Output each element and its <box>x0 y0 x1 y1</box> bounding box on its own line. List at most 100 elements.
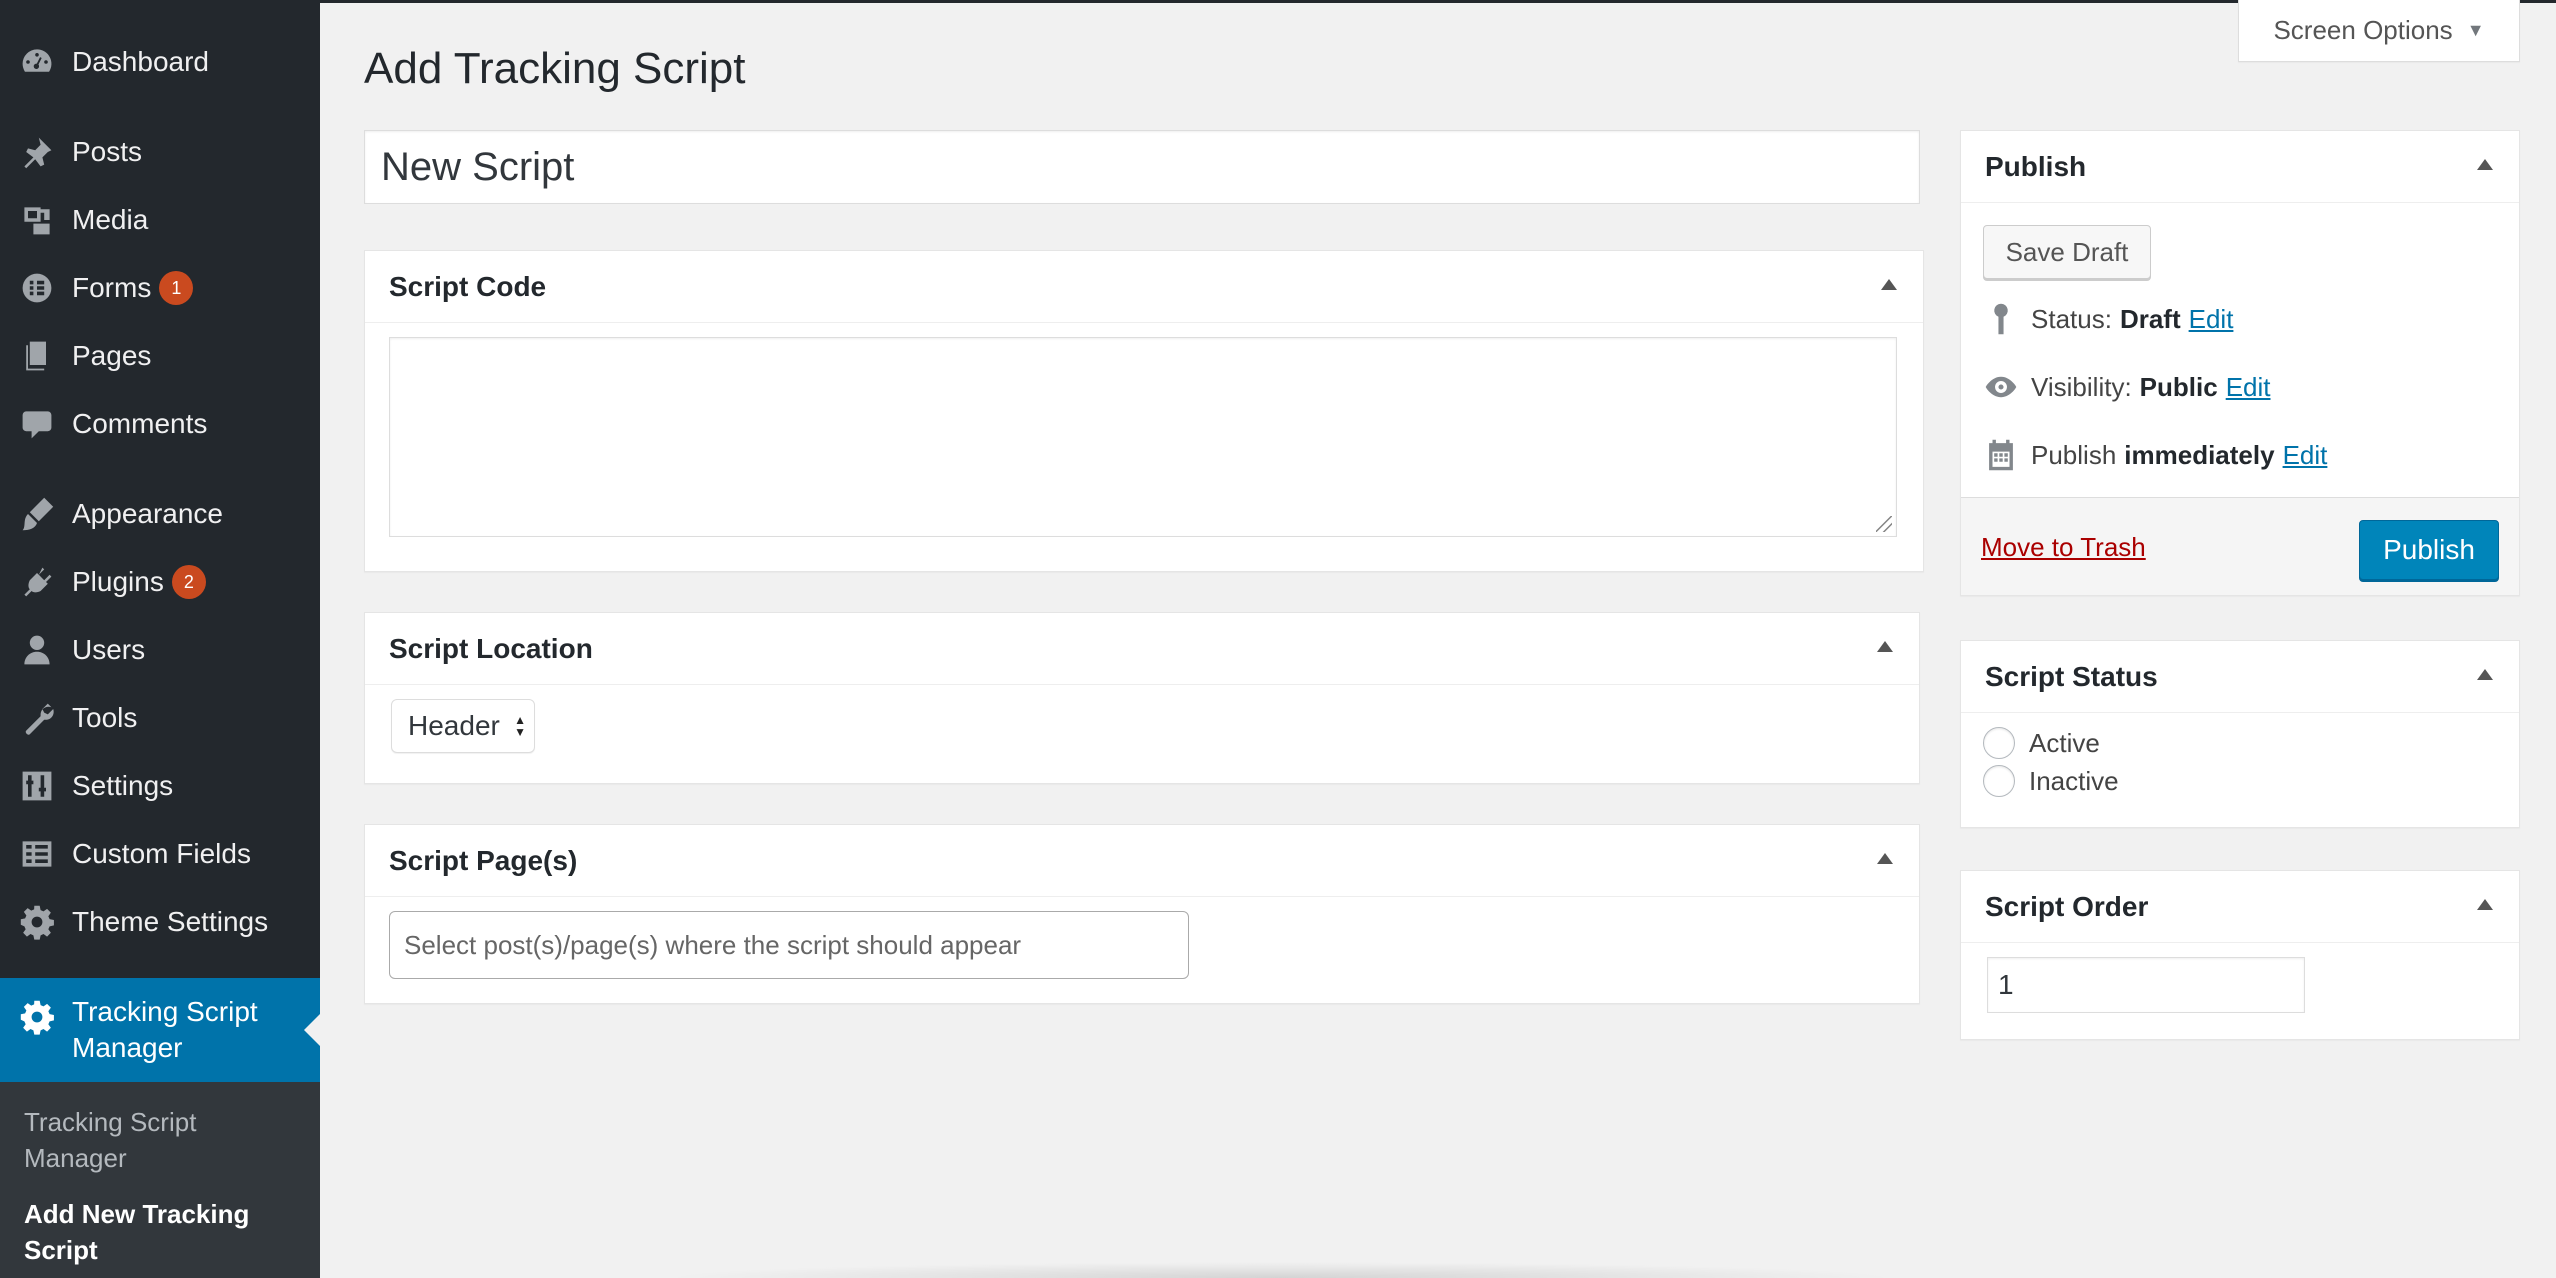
script-pages-box: Script Page(s) Select post(s)/page(s) wh… <box>364 824 1920 1004</box>
sidebar-item-comments[interactable]: Comments <box>0 396 320 452</box>
calendar-icon <box>1981 435 2021 475</box>
pages-icon <box>16 335 58 377</box>
table-icon <box>16 833 58 875</box>
script-location-select[interactable]: Header ▲ ▼ <box>391 699 535 753</box>
media-icon <box>16 199 58 241</box>
current-menu-arrow <box>304 1014 320 1046</box>
publish-value: immediately <box>2124 439 2275 470</box>
script-order-value: 1 <box>1998 969 2014 1000</box>
caret-down-icon: ▼ <box>2466 20 2485 40</box>
sidebar-item-users[interactable]: Users <box>0 622 320 678</box>
script-location-header[interactable]: Script Location <box>365 613 1919 685</box>
script-order-header[interactable]: Script Order <box>1961 871 2519 943</box>
plugins-count-badge: 2 <box>171 565 206 599</box>
script-location-value: Header <box>408 710 500 741</box>
status-label: Status: <box>2031 303 2112 334</box>
script-status-box: Script Status Active Inactive <box>1960 640 2520 828</box>
sidebar-item-theme-settings[interactable]: Theme Settings <box>0 894 320 950</box>
gear-icon <box>16 901 58 943</box>
script-pages-header[interactable]: Script Page(s) <box>365 825 1919 897</box>
sidebar-item-label: Users <box>72 634 146 665</box>
admin-sidebar: Dashboard Posts Media Forms 1 Pages Comm… <box>0 0 320 1278</box>
dashboard-icon <box>16 41 58 83</box>
status-option-active[interactable]: Active <box>1983 725 2100 761</box>
eye-icon <box>1981 367 2021 407</box>
screen-options-button[interactable]: Screen Options ▼ <box>2238 0 2520 62</box>
inactive-radio[interactable] <box>1983 765 2015 797</box>
sidebar-item-plugins[interactable]: Plugins 2 <box>0 554 320 610</box>
sidebar-item-tracking-script-manager[interactable]: Tracking Script Manager <box>0 978 320 1082</box>
bottom-shadow <box>660 1262 1900 1278</box>
script-order-heading: Script Order <box>1985 890 2149 922</box>
sidebar-item-pages[interactable]: Pages <box>0 328 320 384</box>
sidebar-item-label: Tracking Script Manager <box>72 996 258 1063</box>
visibility-label: Visibility: <box>2031 371 2132 402</box>
collapse-arrow-icon[interactable] <box>2477 899 2493 910</box>
script-order-box: Script Order 1 <box>1960 870 2520 1040</box>
sidebar-item-appearance[interactable]: Appearance <box>0 486 320 542</box>
page-title: Add Tracking Script <box>364 44 746 93</box>
resize-handle-icon[interactable] <box>1876 516 1892 532</box>
status-value: Draft <box>2119 303 2181 334</box>
script-code-header[interactable]: Script Code <box>365 251 1923 323</box>
pin-icon <box>1981 299 2021 339</box>
collapse-arrow-icon[interactable] <box>2477 159 2493 170</box>
publish-button-label: Publish <box>2383 534 2475 565</box>
screen-options-label: Screen Options <box>2273 15 2453 45</box>
script-order-input[interactable]: 1 <box>1987 957 2305 1013</box>
publish-heading: Publish <box>1985 150 2087 182</box>
script-status-header[interactable]: Script Status <box>1961 641 2519 713</box>
active-label: Active <box>2029 727 2100 758</box>
collapse-arrow-icon[interactable] <box>1877 641 1893 652</box>
sidebar-item-label: Tools <box>72 702 138 733</box>
post-title-input[interactable] <box>364 130 1920 204</box>
submenu-item-tracking-script-manager[interactable]: Tracking Script Manager <box>24 1104 304 1176</box>
publish-button[interactable]: Publish <box>2359 520 2499 580</box>
edit-visibility-link[interactable]: Edit <box>2226 372 2271 403</box>
edit-status-link[interactable]: Edit <box>2189 304 2234 335</box>
sidebar-item-label: Plugins <box>72 566 164 597</box>
script-pages-select[interactable]: Select post(s)/page(s) where the script … <box>389 911 1189 979</box>
sidebar-item-label: Forms <box>72 272 152 303</box>
script-pages-placeholder: Select post(s)/page(s) where the script … <box>404 929 1022 960</box>
sidebar-item-label: Theme Settings <box>72 906 269 937</box>
sidebar-item-label: Comments <box>72 408 208 439</box>
collapse-arrow-icon[interactable] <box>1881 279 1897 290</box>
inactive-label: Inactive <box>2029 765 2119 796</box>
submenu-item-add-new-tracking-script[interactable]: Add New Tracking Script <box>24 1196 304 1268</box>
visibility-value: Public <box>2139 371 2218 402</box>
sidebar-item-label: Posts <box>72 136 143 167</box>
script-code-box: Script Code <box>364 250 1924 572</box>
move-to-trash-link[interactable]: Move to Trash <box>1981 532 2146 563</box>
pin-icon <box>16 131 58 173</box>
sidebar-item-custom-fields[interactable]: Custom Fields <box>0 826 320 882</box>
comment-icon <box>16 403 58 445</box>
script-code-heading: Script Code <box>389 270 547 302</box>
sidebar-item-dashboard[interactable]: Dashboard <box>0 34 320 90</box>
publish-header[interactable]: Publish <box>1961 131 2519 203</box>
sidebar-item-media[interactable]: Media <box>0 192 320 248</box>
collapse-arrow-icon[interactable] <box>1877 853 1893 864</box>
sidebar-item-settings[interactable]: Settings <box>0 758 320 814</box>
script-location-heading: Script Location <box>389 632 593 664</box>
publish-actions-bar: Move to Trash Publish <box>1961 497 2519 595</box>
sliders-icon <box>16 765 58 807</box>
save-draft-button[interactable]: Save Draft <box>1983 225 2151 279</box>
sidebar-item-label: Appearance <box>72 498 224 529</box>
sidebar-item-label: Pages <box>72 340 152 371</box>
visibility-row: Visibility: Public Edit <box>1981 367 2271 407</box>
active-radio[interactable] <box>1983 727 2015 759</box>
status-option-inactive[interactable]: Inactive <box>1983 763 2119 799</box>
post-status-row: Status: Draft Edit <box>1981 299 2233 339</box>
sidebar-item-forms[interactable]: Forms 1 <box>0 260 320 316</box>
publish-label: Publish <box>2031 439 2117 470</box>
forms-count-badge: 1 <box>159 271 194 305</box>
sidebar-item-posts[interactable]: Posts <box>0 124 320 180</box>
collapse-arrow-icon[interactable] <box>2477 669 2493 680</box>
edit-publish-date-link[interactable]: Edit <box>2283 440 2328 471</box>
sidebar-item-tools[interactable]: Tools <box>0 690 320 746</box>
plug-icon <box>16 561 58 603</box>
select-updown-icon: ▲ ▼ <box>514 713 526 739</box>
script-code-textarea[interactable] <box>389 337 1897 537</box>
publish-date-row: Publish immediately Edit <box>1981 435 2327 475</box>
